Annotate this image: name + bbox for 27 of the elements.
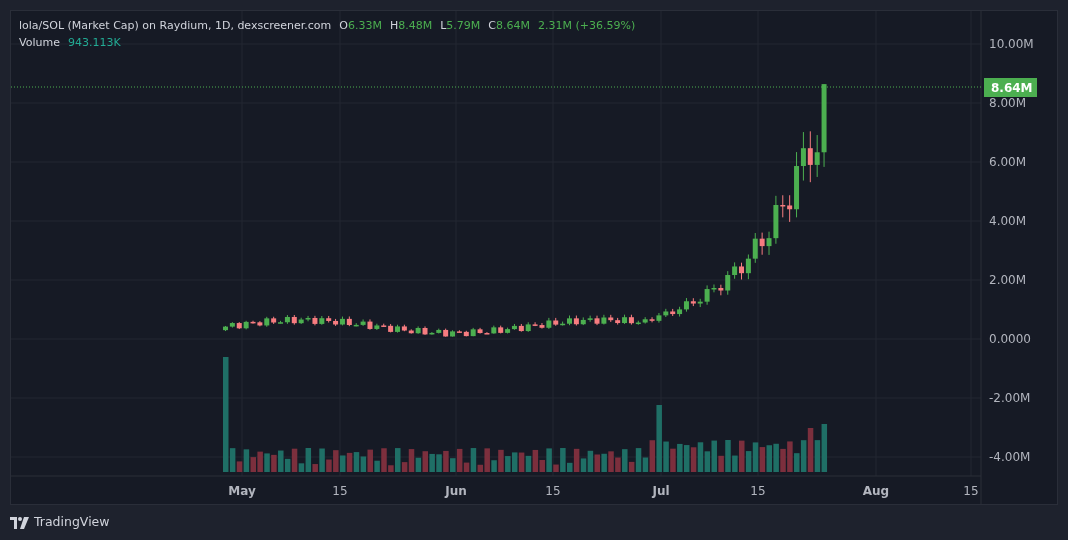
time-tick-label: 15	[963, 484, 979, 498]
time-tick-label: 15	[750, 484, 766, 498]
time-tick-label: Jul	[652, 484, 670, 498]
volume-value: 943.113K	[67, 35, 121, 51]
price-change: 2.31M (+36.59%)	[538, 18, 636, 34]
price-tick-label: -4.00M	[989, 450, 1031, 464]
price-tick-label: 4.00M	[989, 214, 1027, 228]
volume-label: Volume	[19, 35, 60, 51]
price-tick-label: 2.00M	[989, 273, 1027, 287]
ohlc-value: L5.79M	[440, 18, 481, 34]
brand-name: TradingView	[34, 513, 110, 532]
ohlc-value: C8.64M	[488, 18, 530, 34]
time-tick-label: Aug	[862, 484, 890, 498]
time-tick-label: May	[228, 484, 256, 498]
price-tick-label: 10.00M	[989, 37, 1034, 51]
chart-title: lola/SOL (Market Cap) on Raydium, 1D, dexscreener.com	[19, 18, 332, 34]
logo-icon	[10, 516, 30, 529]
time-tick-label: Jun	[445, 484, 467, 498]
price-tick-label: 0.0000	[989, 332, 1031, 346]
last-price-badge: 8.64M	[984, 78, 1037, 97]
price-tick-label: -2.00M	[989, 391, 1031, 405]
time-tick-label: 15	[332, 484, 348, 498]
ohlc-value: O6.33M	[339, 18, 382, 34]
ohlc-value: H8.48M	[389, 18, 433, 34]
price-tick-label: 6.00M	[989, 155, 1027, 169]
price-tick-label: 8.00M	[989, 96, 1027, 110]
time-tick-label: 15	[545, 484, 561, 498]
